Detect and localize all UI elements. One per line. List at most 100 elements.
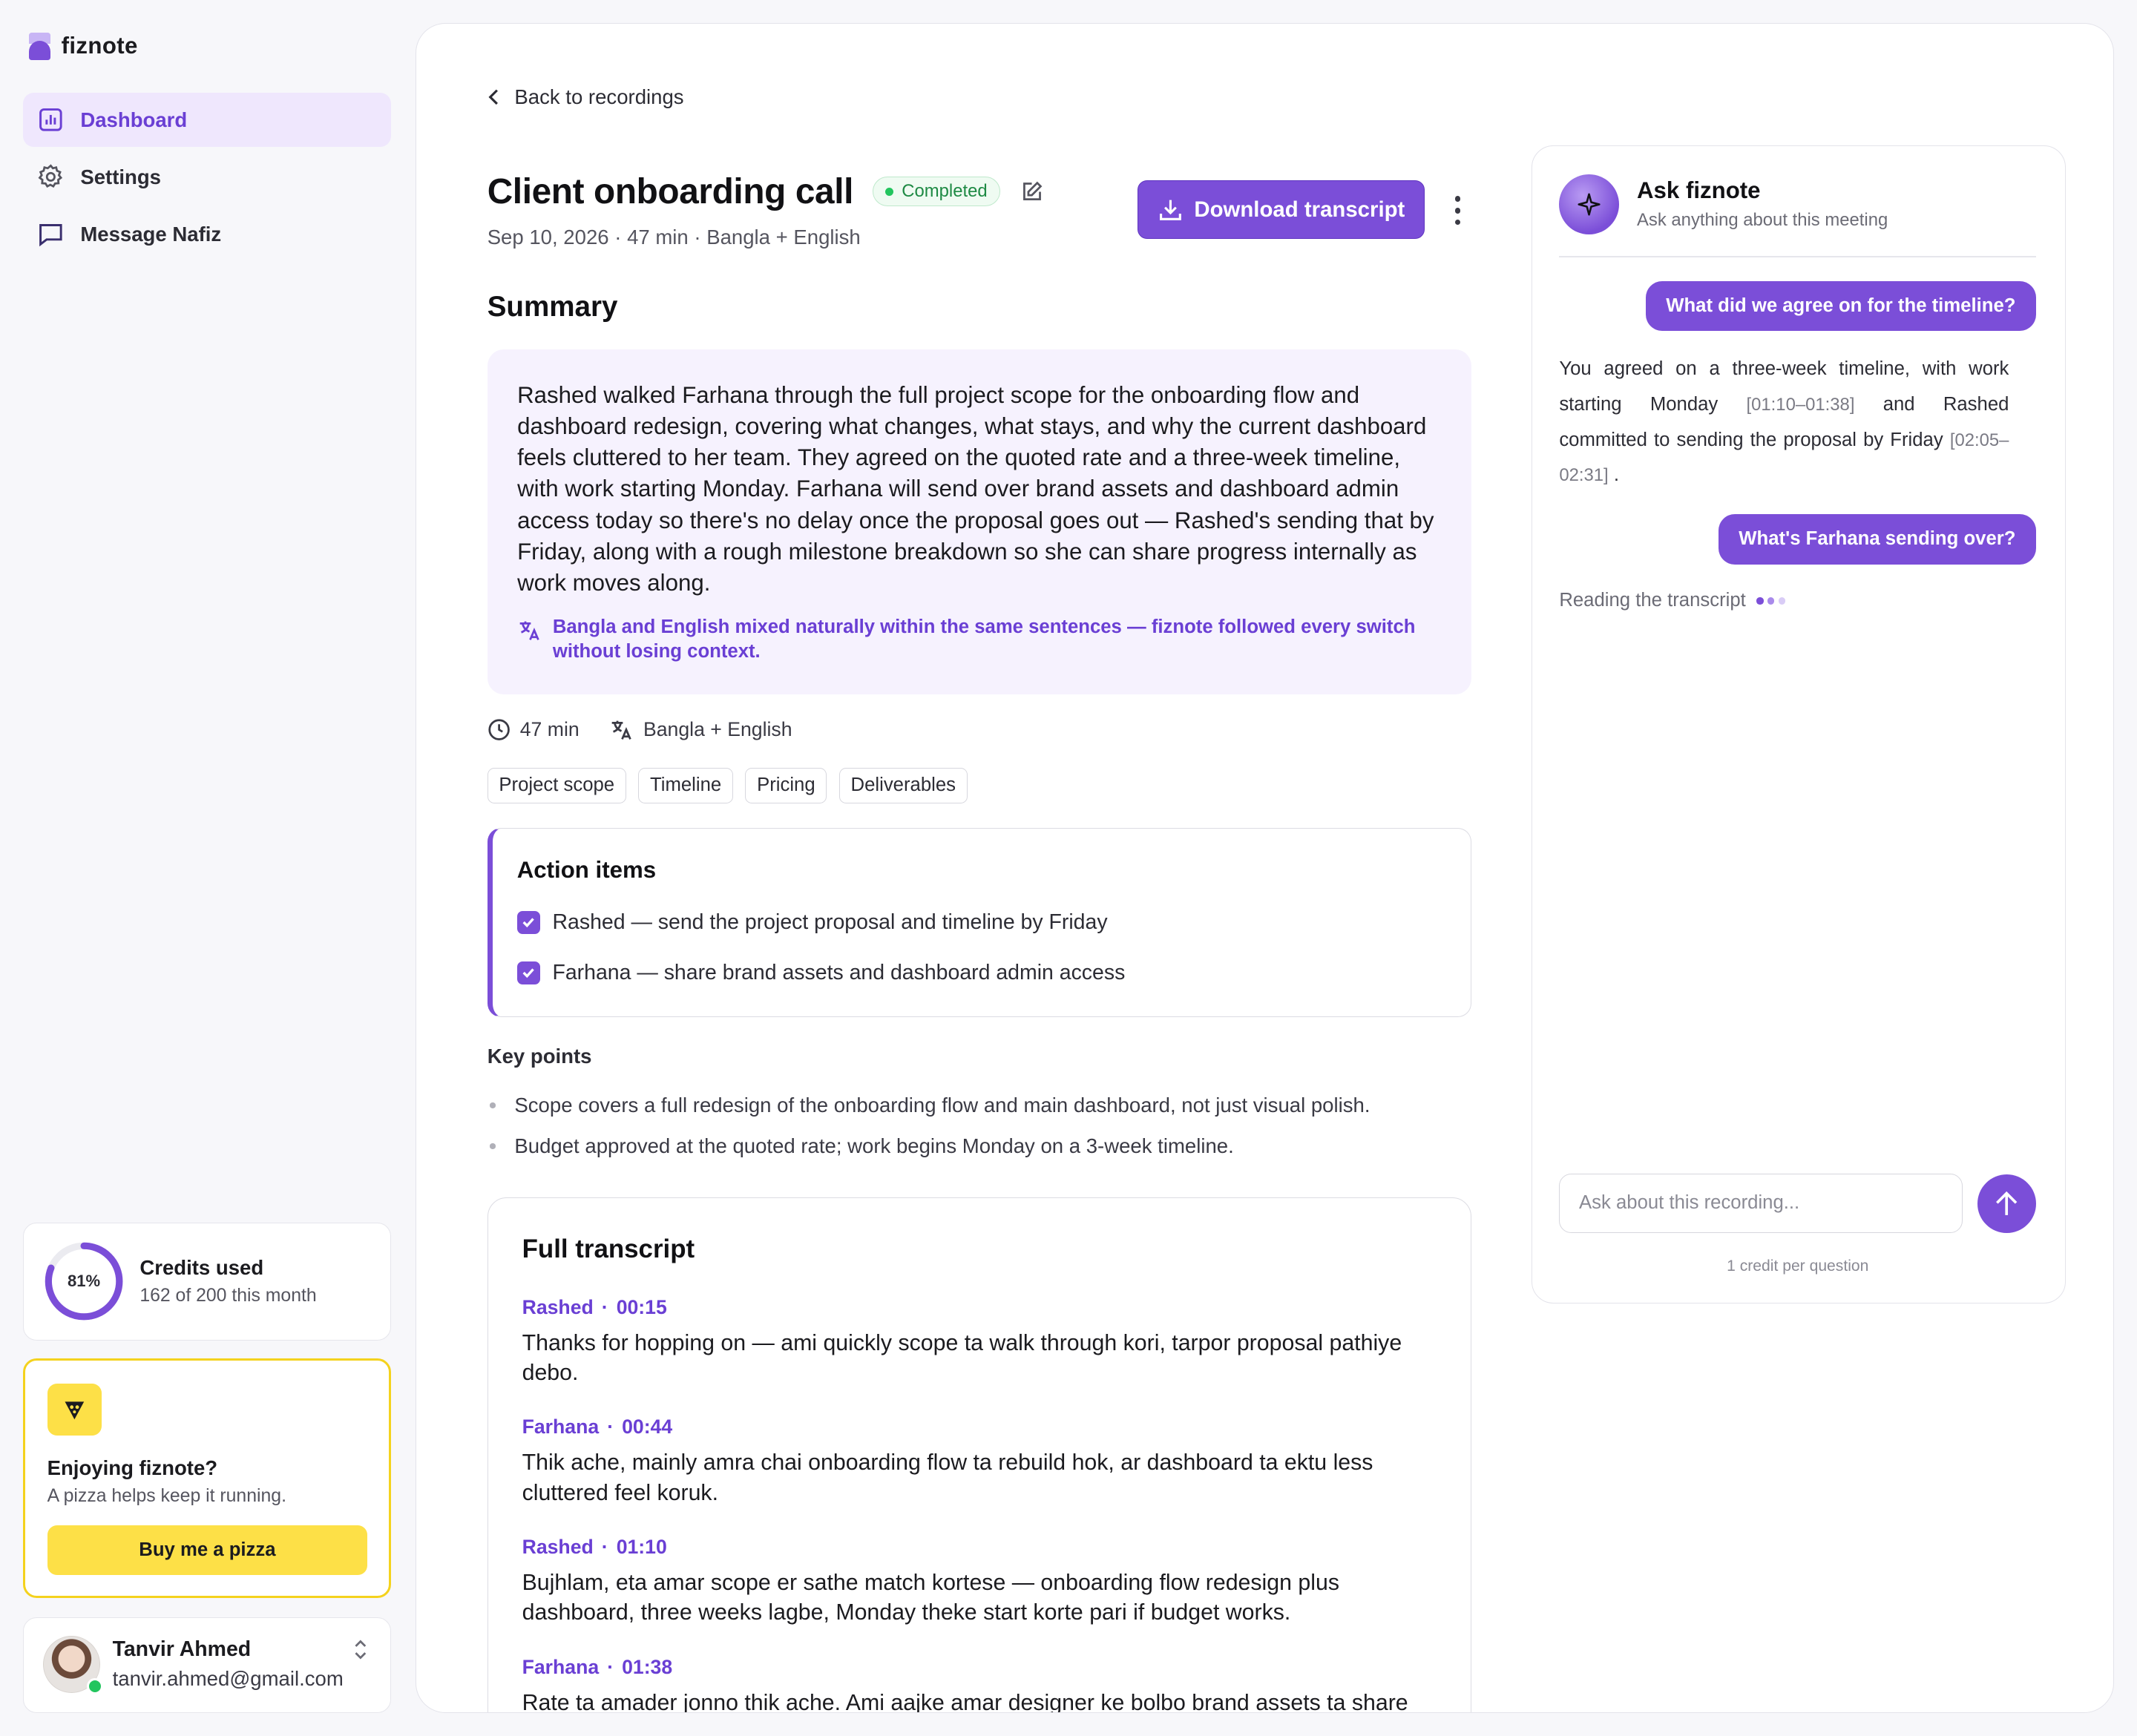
status-label: Completed bbox=[902, 181, 988, 202]
sidebar-item-label: Settings bbox=[80, 165, 161, 188]
sidebar-item-label: Dashboard bbox=[80, 108, 188, 131]
pizza-title: Enjoying fiznote? bbox=[47, 1456, 218, 1479]
pizza-card: Enjoying fiznote? A pizza helps keep it … bbox=[23, 1358, 392, 1599]
chevron-up-down-icon[interactable] bbox=[351, 1637, 370, 1662]
checkbox-checked[interactable] bbox=[516, 910, 540, 935]
buy-pizza-button[interactable]: Buy me a pizza bbox=[47, 1525, 368, 1575]
credits-title: Credits used bbox=[139, 1255, 264, 1279]
reading-label: Reading the transcript bbox=[1559, 590, 1746, 611]
page-title: Client onboarding call bbox=[487, 171, 854, 211]
send-button[interactable] bbox=[1977, 1174, 2037, 1234]
ask-input[interactable] bbox=[1559, 1173, 1963, 1234]
summary-heading: Summary bbox=[487, 291, 618, 323]
transcript-entry-header[interactable]: Rashed · 00:15 bbox=[522, 1296, 1436, 1319]
speaker-name: Farhana bbox=[522, 1655, 600, 1678]
clock-icon bbox=[488, 719, 510, 740]
user-question-bubble: What's Farhana sending over? bbox=[1718, 513, 2037, 565]
summary-text: Rashed walked Farhana through the full p… bbox=[517, 381, 1434, 596]
user-name: Tanvir Ahmed bbox=[112, 1637, 252, 1661]
action-item-text: Farhana — share brand assets and dashboa… bbox=[552, 961, 1126, 985]
transcript-entry: Rashed · 00:15 Thanks for hopping on — ami… bbox=[522, 1296, 1436, 1389]
tag-pricing[interactable]: Pricing bbox=[745, 768, 827, 803]
summary-box: Rashed walked Farhana through the full p… bbox=[487, 349, 1471, 694]
pizza-subtitle: A pizza helps keep it running. bbox=[47, 1486, 286, 1507]
download-transcript-button[interactable]: Download transcript bbox=[1137, 180, 1425, 240]
transcript-text: Rate ta amader jonno thik ache. Ami aajk… bbox=[522, 1690, 1408, 1713]
sidebar-item-settings[interactable]: Settings bbox=[23, 150, 391, 204]
speaker-name: Rashed bbox=[522, 1536, 594, 1559]
timestamp[interactable]: 01:38 bbox=[622, 1656, 672, 1678]
gear-icon bbox=[38, 164, 62, 188]
action-item[interactable]: Farhana — share brand assets and dashboa… bbox=[516, 961, 1126, 985]
recording-detail: Back to recordings Client onboarding cal… bbox=[416, 23, 2114, 1713]
ask-fiznote-panel: Ask fiznote Ask anything about this meet… bbox=[1531, 145, 2066, 1303]
transcript-entry-header[interactable]: Farhana · 00:44 bbox=[522, 1416, 1436, 1439]
edit-icon[interactable] bbox=[1020, 180, 1044, 204]
sidebar-nav: Dashboard Settings Message Nafiz bbox=[23, 92, 392, 264]
credits-card: 81% Credits used 162 of 200 this month bbox=[23, 1222, 392, 1341]
check-icon bbox=[522, 968, 534, 979]
chart-icon bbox=[39, 108, 62, 131]
timestamp[interactable]: 01:10 bbox=[617, 1536, 667, 1558]
typing-dots bbox=[1756, 597, 1785, 605]
timestamp[interactable]: 00:15 bbox=[617, 1296, 667, 1318]
translate-icon bbox=[519, 621, 539, 640]
topic-tags: Project scope Timeline Pricing Deliverab… bbox=[487, 768, 968, 803]
tag-project-scope[interactable]: Project scope bbox=[487, 768, 626, 803]
user-card[interactable]: Tanvir Ahmed tanvir.ahmed@gmail.com bbox=[23, 1617, 392, 1713]
duration-stat: 47 min bbox=[488, 718, 580, 741]
speaker-name: Farhana bbox=[522, 1416, 600, 1439]
tag-deliverables[interactable]: Deliverables bbox=[838, 768, 968, 803]
key-point: Scope covers a full redesign of the onbo… bbox=[488, 1094, 1370, 1117]
key-points-heading: Key points bbox=[487, 1044, 592, 1068]
transcript-entry-header[interactable]: Farhana · 01:38 bbox=[522, 1656, 1436, 1679]
assistant-answer: You agreed on a three-week timeline, wit… bbox=[1559, 352, 2009, 493]
action-items-title: Action items bbox=[516, 857, 657, 884]
more-options-icon[interactable] bbox=[1448, 193, 1468, 228]
sidebar-item-dashboard[interactable]: Dashboard bbox=[23, 92, 392, 148]
action-item-text: Rashed — send the project proposal and t… bbox=[552, 910, 1108, 935]
reading-indicator: Reading the transcript bbox=[1559, 590, 1785, 611]
answer-timestamp[interactable]: [01:10–01:38] bbox=[1747, 395, 1855, 415]
pizza-icon bbox=[47, 1384, 102, 1436]
full-transcript: Full transcript Rashed · 00:15 Thanks for … bbox=[487, 1197, 1471, 1713]
fiznote-logo-icon bbox=[28, 33, 50, 60]
tag-timeline[interactable]: Timeline bbox=[638, 768, 733, 803]
languages-label: Bangla + English bbox=[643, 718, 792, 741]
speaker-name: Rashed bbox=[522, 1295, 594, 1318]
download-label: Download transcript bbox=[1194, 197, 1405, 222]
sidebar: fiznote Dashboard Settings Message Nafiz… bbox=[0, 0, 416, 1736]
bullet bbox=[490, 1143, 496, 1149]
transcript-entry-header[interactable]: Rashed · 01:10 bbox=[522, 1536, 1436, 1559]
ask-subtitle: Ask anything about this meeting bbox=[1637, 209, 1888, 230]
sparkle-icon bbox=[1578, 193, 1601, 216]
action-items-card: Action items Rashed — send the project p… bbox=[487, 827, 1471, 1018]
credits-percent: 81% bbox=[67, 1272, 101, 1291]
transcript-text: Bujhlam, eta amar scope er sathe match k… bbox=[522, 1570, 1339, 1625]
languages-stat: Bangla + English bbox=[609, 717, 792, 742]
check-icon bbox=[522, 918, 534, 928]
user-email: tanvir.ahmed@gmail.com bbox=[112, 1667, 344, 1691]
key-point-text: Scope covers a full redesign of the onbo… bbox=[514, 1094, 1370, 1117]
credits-usage: 162 of 200 this month bbox=[139, 1286, 317, 1306]
arrow-up-icon bbox=[1996, 1191, 2018, 1215]
brand[interactable]: fiznote bbox=[28, 33, 138, 60]
sidebar-item-label: Message Nafiz bbox=[80, 222, 222, 246]
ask-title: Ask fiznote bbox=[1637, 177, 1761, 203]
action-item[interactable]: Rashed — send the project proposal and t… bbox=[516, 910, 1108, 935]
ask-avatar bbox=[1559, 174, 1620, 235]
status-badge: Completed bbox=[872, 176, 1001, 207]
transcript-title: Full transcript bbox=[522, 1234, 695, 1264]
answer-text: . bbox=[1613, 464, 1619, 486]
timestamp[interactable]: 00:44 bbox=[622, 1416, 672, 1438]
back-link[interactable]: Back to recordings bbox=[488, 85, 684, 109]
key-point-text: Budget approved at the quoted rate; work… bbox=[514, 1134, 1234, 1158]
checkbox-checked[interactable] bbox=[516, 961, 540, 985]
transcript-text: Thanks for hopping on — ami quickly scop… bbox=[522, 1330, 1402, 1386]
translate-icon bbox=[611, 720, 631, 740]
transcript-entry: Farhana · 01:38 Rate ta amader jonno thik … bbox=[522, 1656, 1436, 1713]
sidebar-item-message-nafiz[interactable]: Message Nafiz bbox=[23, 207, 391, 261]
user-question-bubble: What did we agree on for the timeline? bbox=[1645, 280, 2037, 332]
chevron-left-icon bbox=[488, 89, 498, 105]
language-note-text: Bangla and English mixed naturally withi… bbox=[552, 617, 1416, 662]
